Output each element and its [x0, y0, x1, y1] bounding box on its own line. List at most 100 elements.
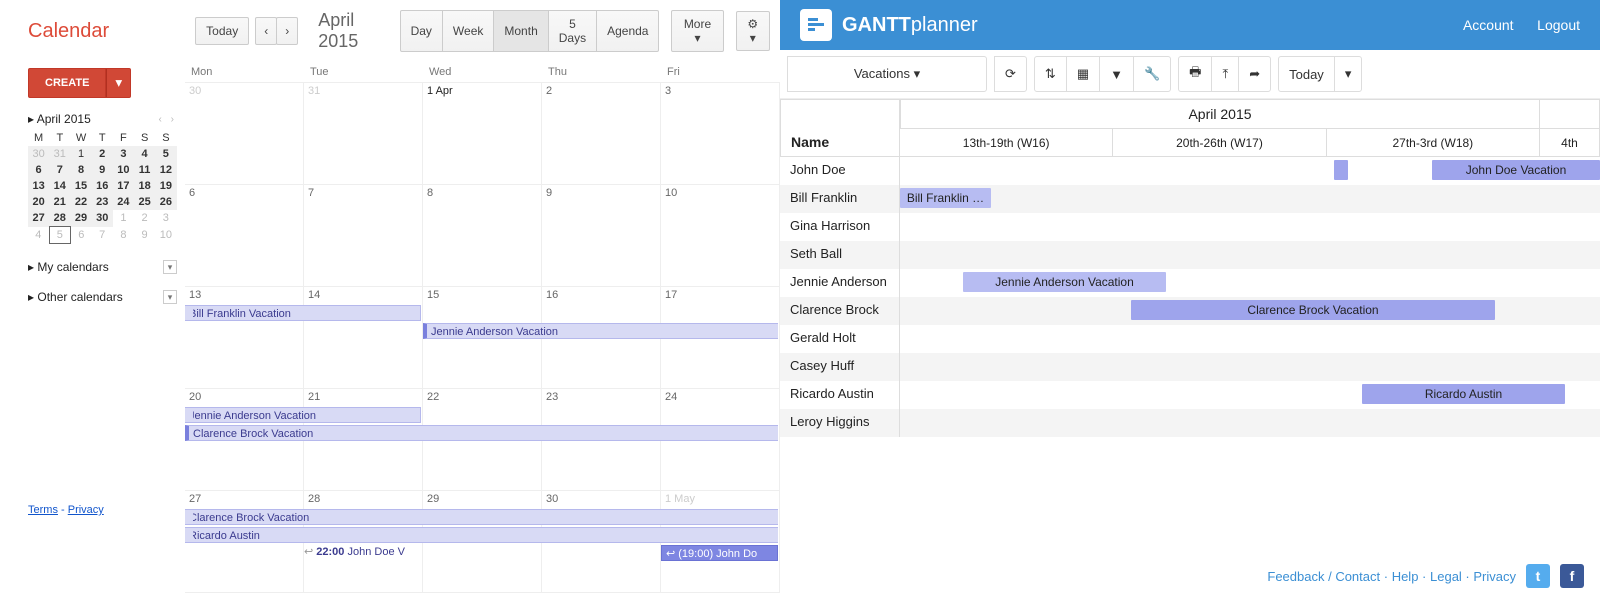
mini-day-cell[interactable]: 16	[92, 178, 113, 194]
logout-link[interactable]: Logout	[1537, 17, 1580, 33]
prev-button[interactable]: ‹	[255, 17, 277, 45]
mini-day-cell[interactable]: 5	[155, 146, 176, 162]
day-cell[interactable]: 13	[185, 287, 304, 388]
mini-next-button[interactable]: ›	[168, 114, 177, 125]
gantt-today-button[interactable]: Today	[1278, 56, 1335, 92]
mini-day-cell[interactable]: 7	[92, 227, 113, 244]
mini-day-cell[interactable]: 4	[134, 146, 155, 162]
mini-day-cell[interactable]: 6	[70, 227, 91, 244]
calendar-event[interactable]: Clarence Brock Vacation	[185, 509, 778, 525]
filter-button[interactable]: ▼	[1099, 56, 1134, 92]
gantt-bar[interactable]	[1334, 160, 1348, 180]
privacy-link[interactable]: Privacy	[68, 504, 104, 516]
terms-link[interactable]: Terms	[28, 504, 58, 516]
mini-day-cell[interactable]: 7	[49, 162, 70, 178]
tools-button[interactable]: 🔧	[1133, 56, 1171, 92]
footer-link-feedback-contact[interactable]: Feedback / Contact	[1267, 569, 1380, 584]
mini-day-cell[interactable]: 12	[155, 162, 176, 178]
day-cell[interactable]: 3	[661, 83, 780, 184]
footer-link-privacy[interactable]: Privacy	[1473, 569, 1516, 584]
share-button[interactable]: ➦	[1238, 56, 1271, 92]
gantt-bar[interactable]: John Doe Vacation	[1432, 160, 1600, 180]
mini-day-cell[interactable]: 14	[49, 178, 70, 194]
mini-day-cell[interactable]: 11	[134, 162, 155, 178]
day-cell[interactable]: 6	[185, 185, 304, 286]
mini-day-cell[interactable]: 5	[49, 227, 70, 244]
mini-day-cell[interactable]: 22	[70, 194, 91, 210]
day-cell[interactable]: 31	[304, 83, 423, 184]
mini-day-cell[interactable]: 2	[134, 210, 155, 227]
gantt-bar[interactable]: Clarence Brock Vacation	[1131, 300, 1495, 320]
calendar-dropdown[interactable]: Vacations ▾	[787, 56, 987, 92]
mini-day-cell[interactable]: 9	[92, 162, 113, 178]
mini-day-cell[interactable]: 27	[28, 210, 49, 227]
mini-day-cell[interactable]: 6	[28, 162, 49, 178]
mini-day-cell[interactable]: 21	[49, 194, 70, 210]
mini-day-cell[interactable]: 1	[70, 146, 91, 162]
mini-day-cell[interactable]: 29	[70, 210, 91, 227]
refresh-button[interactable]: ⟳	[994, 56, 1027, 92]
mini-day-cell[interactable]: 31	[49, 146, 70, 162]
calendar-event[interactable]: ↩ 22:00 John Doe V	[304, 545, 421, 558]
mini-day-cell[interactable]: 3	[113, 146, 134, 162]
mini-day-cell[interactable]: 28	[49, 210, 70, 227]
dropdown-icon[interactable]: ▾	[163, 290, 177, 304]
today-button[interactable]: Today	[195, 17, 249, 45]
mini-day-cell[interactable]: 23	[92, 194, 113, 210]
more-button[interactable]: More ▾	[671, 10, 723, 52]
day-cell[interactable]: 1 Apr	[423, 83, 542, 184]
mini-day-cell[interactable]: 18	[134, 178, 155, 194]
my-calendars-toggle[interactable]: ▸ My calendars ▾	[28, 260, 177, 274]
twitter-icon[interactable]: t	[1526, 564, 1550, 588]
view-week[interactable]: Week	[442, 10, 494, 52]
calendar-event[interactable]: ↩ (19:00) John Do	[661, 545, 778, 561]
gantt-today-dropdown[interactable]: ▾	[1334, 56, 1363, 92]
gantt-bar[interactable]: Jennie Anderson Vacation	[963, 272, 1166, 292]
mini-day-cell[interactable]: 4	[28, 227, 49, 244]
calendar-event[interactable]: Bill Franklin Vacation	[185, 305, 421, 321]
export-button[interactable]: ⤒	[1211, 56, 1239, 92]
gantt-bar[interactable]: Ricardo Austin	[1362, 384, 1565, 404]
account-link[interactable]: Account	[1463, 17, 1514, 33]
mini-day-cell[interactable]: 9	[134, 227, 155, 244]
print-button[interactable]: 🖶	[1178, 56, 1212, 92]
footer-link-legal[interactable]: Legal	[1430, 569, 1462, 584]
create-dropdown-button[interactable]: ▾	[106, 68, 131, 98]
sort-button[interactable]: ⇅	[1034, 56, 1067, 92]
view-day[interactable]: Day	[400, 10, 443, 52]
gantt-bar[interactable]: Bill Franklin …	[900, 188, 991, 208]
mini-day-cell[interactable]: 19	[155, 178, 176, 194]
mini-prev-button[interactable]: ‹	[156, 114, 165, 125]
day-cell[interactable]: 9	[542, 185, 661, 286]
mini-day-cell[interactable]: 1	[113, 210, 134, 227]
mini-day-cell[interactable]: 13	[28, 178, 49, 194]
other-calendars-toggle[interactable]: ▸ Other calendars ▾	[28, 290, 177, 304]
mini-day-cell[interactable]: 2	[92, 146, 113, 162]
mini-day-cell[interactable]: 24	[113, 194, 134, 210]
dropdown-icon[interactable]: ▾	[163, 260, 177, 274]
mini-day-cell[interactable]: 26	[155, 194, 176, 210]
calendar-event[interactable]: Jennie Anderson Vacation	[423, 323, 778, 339]
mini-day-cell[interactable]: 30	[28, 146, 49, 162]
mini-day-cell[interactable]: 15	[70, 178, 91, 194]
day-cell[interactable]: 30	[185, 83, 304, 184]
create-button[interactable]: CREATE	[28, 68, 106, 98]
day-cell[interactable]: 7	[304, 185, 423, 286]
mini-day-cell[interactable]: 3	[155, 210, 176, 227]
footer-link-help[interactable]: Help	[1392, 569, 1419, 584]
date-button[interactable]: ▦	[1066, 56, 1100, 92]
calendar-event[interactable]: Ricardo Austin	[185, 527, 778, 543]
facebook-icon[interactable]: f	[1560, 564, 1584, 588]
view-month[interactable]: Month	[493, 10, 548, 52]
day-cell[interactable]: 10	[661, 185, 780, 286]
mini-day-cell[interactable]: 8	[70, 162, 91, 178]
next-button[interactable]: ›	[276, 17, 298, 45]
mini-day-cell[interactable]: 30	[92, 210, 113, 227]
mini-day-cell[interactable]: 20	[28, 194, 49, 210]
day-cell[interactable]: 2	[542, 83, 661, 184]
mini-day-cell[interactable]: 8	[113, 227, 134, 244]
mini-day-cell[interactable]: 10	[155, 227, 176, 244]
view-agenda[interactable]: Agenda	[596, 10, 659, 52]
mini-day-cell[interactable]: 17	[113, 178, 134, 194]
day-cell[interactable]: 8	[423, 185, 542, 286]
